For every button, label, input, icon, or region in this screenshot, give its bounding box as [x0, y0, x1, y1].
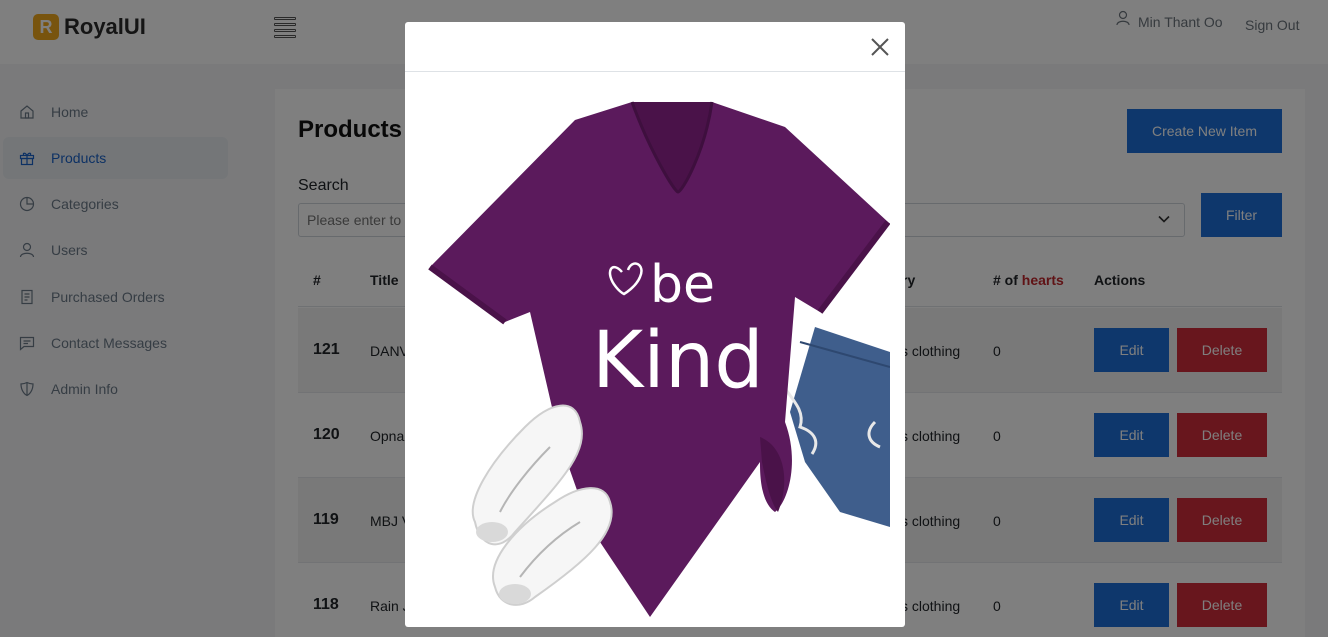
product-image: be Kind	[428, 101, 890, 617]
shirt-print-be: be	[650, 255, 715, 315]
modal-header	[405, 22, 905, 72]
close-icon[interactable]	[869, 36, 891, 58]
image-preview-modal: be Kind	[405, 22, 905, 627]
shirt-print-kind: Kind	[592, 316, 764, 406]
